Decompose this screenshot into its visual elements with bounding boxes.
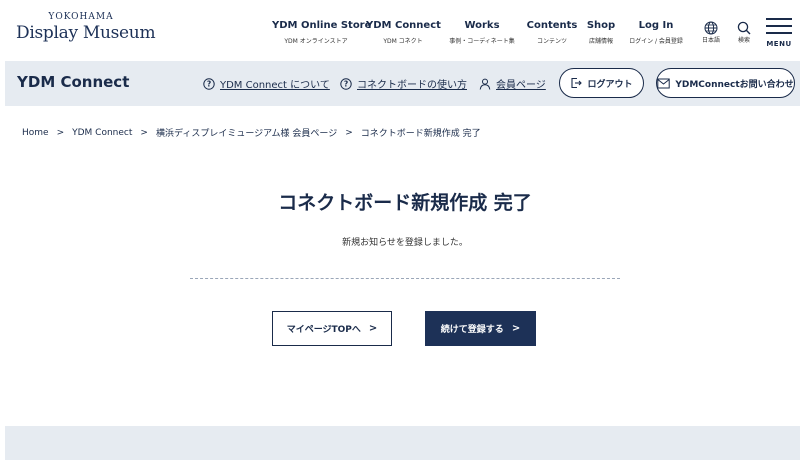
breadcrumb-home[interactable]: Home (22, 128, 49, 138)
search-icon (737, 21, 751, 35)
logout-label: ログアウト (587, 79, 633, 90)
mypage-top-button[interactable]: マイページTOPへ > (272, 311, 392, 346)
nav-login[interactable]: Log In ログイン / 会員登録 (624, 20, 688, 46)
nav-sublabel: 事例・コーディネート集 (449, 38, 515, 45)
logout-icon (571, 77, 583, 89)
member-page-link[interactable]: 会員ページ (479, 76, 546, 91)
site-logo[interactable]: YOKOHAMA Display Museum (16, 12, 156, 43)
question-circle-icon: ? (340, 77, 352, 90)
footer-band (5, 426, 800, 460)
question-circle-icon: ? (203, 77, 215, 90)
nav-contents[interactable]: Contents コンテンツ (526, 20, 578, 46)
menu-label: MENU (766, 40, 792, 48)
nav-label: YDM Connect (366, 20, 441, 31)
page-title: コネクトボード新規作成 完了 (278, 192, 532, 214)
mail-icon (657, 78, 671, 88)
search-label: 検索 (737, 37, 750, 44)
search-button[interactable]: 検索 (732, 21, 756, 45)
chevron-right-icon: > (56, 127, 65, 138)
board-howto-link[interactable]: ? コネクトボードの使い方 (340, 76, 467, 91)
nav-works[interactable]: Works 事例・コーディネート集 (446, 20, 518, 46)
nav-sublabel: YDM コネクト (383, 38, 423, 45)
nav-label: YDM Online Store (272, 20, 372, 31)
contact-button[interactable]: YDMConnectお問い合わせ (656, 68, 795, 98)
breadcrumb-current: コネクトボード新規作成 完了 (360, 129, 481, 139)
svg-text:?: ? (207, 79, 211, 88)
subheader-title: YDM Connect (17, 73, 130, 91)
continue-register-label: 続けて登録する (440, 325, 504, 335)
logo-top-text: YOKOHAMA (48, 12, 114, 22)
language-label: 日本語 (701, 37, 720, 44)
nav-label: Works (464, 20, 500, 31)
continue-register-button[interactable]: 続けて登録する > (425, 311, 536, 346)
nav-online-store[interactable]: YDM Online Store YDM オンラインストア (272, 20, 372, 46)
svg-text:?: ? (344, 79, 348, 88)
nav-sublabel: ログイン / 会員登録 (629, 38, 683, 45)
site-header: YOKOHAMA Display Museum YDM Online Store… (0, 0, 800, 60)
breadcrumb-member-page[interactable]: 横浜ディスプレイミュージアム様 会員ページ (156, 126, 337, 139)
member-page-label: 会員ページ (496, 80, 546, 91)
user-icon (479, 78, 491, 90)
nav-sublabel: YDM オンラインストア (284, 38, 348, 45)
chevron-right-icon: > (511, 323, 521, 334)
nav-ydm-connect[interactable]: YDM Connect YDM コネクト (366, 20, 441, 46)
nav-sublabel: コンテンツ (536, 38, 567, 45)
logout-button[interactable]: ログアウト (559, 68, 644, 98)
about-connect-label: YDM Connect について (220, 80, 330, 91)
chevron-right-icon: > (368, 323, 378, 334)
globe-icon (704, 21, 718, 35)
nav-label: Log In (638, 20, 674, 31)
logo-main-text: Display Museum (16, 23, 156, 43)
about-connect-link[interactable]: ? YDM Connect について (203, 76, 330, 91)
nav-label: Shop (586, 20, 616, 31)
completion-message: 新規お知らせを登録しました。 (342, 238, 468, 248)
nav-shop[interactable]: Shop 店舗情報 (584, 20, 618, 46)
contact-label: YDMConnectお問い合わせ (675, 79, 794, 90)
connect-subheader: YDM Connect ? YDM Connect について ? コネクトボード… (5, 61, 800, 106)
chevron-right-icon: > (345, 127, 353, 138)
dashed-divider (190, 278, 620, 279)
menu-button[interactable]: MENU (764, 18, 794, 50)
breadcrumb: Home > YDM Connect > 横浜ディスプレイミュージアム様 会員ペ… (22, 126, 481, 140)
board-howto-label: コネクトボードの使い方 (357, 80, 467, 91)
chevron-right-icon: > (140, 127, 148, 138)
mypage-top-label: マイページTOPへ (286, 325, 361, 335)
breadcrumb-ydm-connect[interactable]: YDM Connect (72, 128, 132, 138)
nav-label: Contents (526, 20, 578, 31)
language-selector[interactable]: 日本語 (698, 21, 724, 45)
nav-sublabel: 店舗情報 (588, 38, 613, 45)
